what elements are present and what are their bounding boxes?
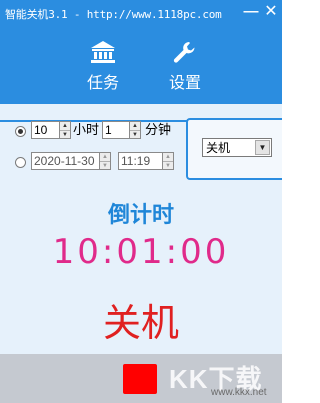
minutes-stepper-arrows[interactable]: ▲ ▼ — [129, 122, 140, 138]
nav-bar: 任务 设置 — [0, 26, 282, 104]
action-group: 关机 ▼ — [186, 118, 282, 180]
watermark: KK下载 www.kkx.net — [165, 354, 282, 403]
minutes-unit-label: 分钟 — [145, 122, 172, 137]
action-select-value: 关机 — [206, 141, 231, 155]
hours-stepper[interactable]: 10 ▲ ▼ — [31, 121, 71, 139]
down-arrow-icon[interactable]: ▼ — [130, 130, 140, 138]
title-bar[interactable]: 智能关机3.1 - http://www.1118pc.com — ✕ — [0, 0, 282, 26]
date-picker[interactable]: 2020-11-30 ▲ ▼ — [31, 152, 111, 170]
date-value: 2020-11-30 — [34, 154, 95, 168]
up-arrow-icon[interactable]: ▲ — [130, 122, 140, 130]
minutes-stepper[interactable]: 1 ▲ ▼ — [102, 121, 141, 139]
absolute-time-radio[interactable] — [15, 157, 26, 168]
down-arrow-icon[interactable]: ▼ — [163, 161, 173, 169]
stop-button[interactable] — [123, 364, 157, 394]
down-arrow-icon[interactable]: ▼ — [60, 130, 70, 138]
watermark-url: www.kkx.net — [211, 387, 267, 398]
time-stepper-arrows[interactable]: ▲ ▼ — [162, 153, 173, 169]
hours-unit-label: 小时 — [73, 122, 100, 137]
action-select[interactable]: 关机 ▼ — [202, 138, 272, 157]
time-value: 11:19 — [121, 154, 151, 168]
countdown-time: 10:01:00 — [52, 232, 230, 272]
status-action-label: 关机 — [102, 301, 179, 345]
up-arrow-icon[interactable]: ▲ — [60, 122, 70, 130]
up-arrow-icon[interactable]: ▲ — [163, 153, 173, 161]
footer-bar: KK下载 www.kkx.net — [0, 354, 282, 403]
nav-label-task: 任务 — [86, 75, 119, 92]
nav-item-task[interactable]: 任务 — [73, 40, 133, 93]
window-title: 智能关机3.1 - http://www.1118pc.com — [5, 8, 222, 21]
hours-stepper-arrows[interactable]: ▲ ▼ — [59, 122, 70, 138]
relative-time-radio[interactable] — [15, 126, 26, 137]
close-button[interactable]: ✕ — [262, 3, 280, 21]
time-picker[interactable]: 11:19 ▲ ▼ — [118, 152, 174, 170]
hours-value: 10 — [34, 123, 48, 137]
countdown-label: 倒计时 — [107, 202, 174, 227]
minutes-value: 1 — [105, 123, 112, 137]
main-panel: 10 ▲ ▼ 小时 1 ▲ ▼ 分钟 2020-11-30 ▲ ▼ 11:19 ▲ ▼ … — [0, 104, 282, 354]
minimize-button[interactable]: — — [242, 3, 260, 21]
down-arrow-icon[interactable]: ▼ — [100, 161, 110, 169]
up-arrow-icon[interactable]: ▲ — [100, 153, 110, 161]
nav-item-settings[interactable]: 设置 — [155, 40, 215, 93]
date-stepper-arrows[interactable]: ▲ ▼ — [99, 153, 110, 169]
nav-label-settings: 设置 — [168, 75, 201, 92]
bank-icon — [91, 41, 115, 63]
wrench-icon — [173, 42, 195, 63]
chevron-down-icon[interactable]: ▼ — [255, 140, 270, 155]
